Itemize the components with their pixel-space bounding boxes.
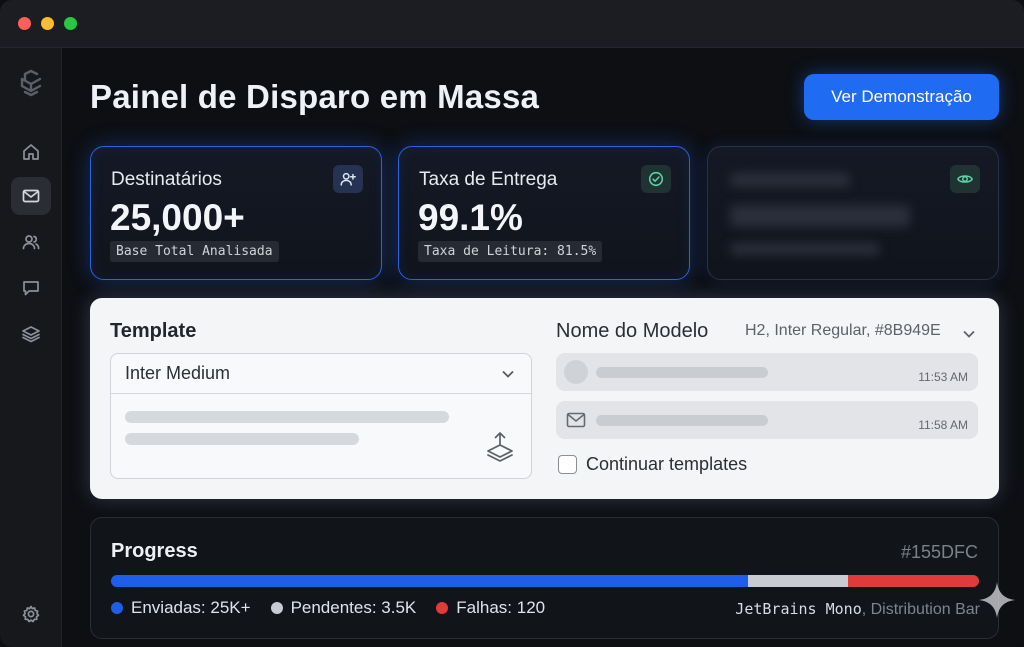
- font-name: JetBrains Mono: [735, 600, 862, 618]
- legend-dot: [270, 602, 283, 614]
- sparkle-icon: [977, 580, 1017, 620]
- sidebar-item-settings[interactable]: [11, 595, 51, 633]
- font-note-text: , Distribution Bar: [861, 601, 980, 618]
- placeholder-line: [125, 411, 449, 423]
- stat-subtext: Taxa de Leitura: 81.5%: [418, 241, 603, 262]
- legend-label: Falhas: 120: [456, 598, 546, 617]
- stat-value: 25,000+: [110, 197, 245, 238]
- upload-layers-icon[interactable]: [485, 430, 515, 464]
- chevron-down-icon[interactable]: [962, 326, 976, 338]
- model-name-label: Nome do Modelo: [556, 320, 709, 342]
- placeholder-line: [596, 415, 768, 426]
- sidebar-item-mail[interactable]: [11, 177, 51, 215]
- legend-dot: [436, 602, 449, 614]
- progress-legend: Enviadas: 25K+ Pendentes: 3.5K Falhas: 120: [111, 598, 565, 618]
- blurred-placeholder: [730, 173, 850, 187]
- template-title: Template: [110, 320, 197, 342]
- message-preview[interactable]: 11:53 AM: [556, 353, 978, 391]
- template-editor[interactable]: Inter Medium: [110, 353, 532, 479]
- mail-icon: [22, 189, 40, 203]
- distribution-bar: [111, 575, 979, 587]
- stat-label: Destinatários: [111, 169, 222, 190]
- legend-label: Pendentes: 3.5K: [290, 598, 417, 617]
- progress-segment: [748, 575, 848, 587]
- checkbox-label: Continuar templates: [586, 454, 748, 474]
- progress-segment: [847, 575, 979, 587]
- check-circle-icon: [641, 165, 671, 193]
- blurred-placeholder: [730, 205, 910, 227]
- minimize-window-button[interactable]: [41, 17, 54, 30]
- layers-icon: [22, 326, 40, 343]
- legend-item: Enviadas: 25K+: [111, 598, 251, 618]
- message-preview[interactable]: 11:58 AM: [556, 401, 978, 439]
- stat-value: 99.1%: [418, 197, 523, 238]
- demo-button[interactable]: Ver Demonstração: [804, 74, 999, 120]
- chevron-down-icon: [502, 370, 514, 378]
- sidebar-item-users[interactable]: [11, 223, 51, 261]
- continue-templates-option[interactable]: Continuar templates: [558, 454, 747, 475]
- message-time: 11:58 AM: [918, 418, 968, 432]
- template-select[interactable]: Inter Medium: [111, 354, 531, 394]
- color-hex-label: #155DFC: [900, 542, 978, 562]
- progress-segment: [111, 575, 749, 587]
- stat-card-recipients: Destinatários 25,000+ Base Total Analisa…: [90, 146, 382, 280]
- sidebar-item-home[interactable]: [11, 133, 51, 171]
- sidebar: [0, 48, 62, 647]
- page-title: Painel de Disparo em Massa: [90, 78, 540, 115]
- user-add-icon: [333, 165, 363, 193]
- users-icon: [22, 235, 40, 250]
- message-time: 11:53 AM: [918, 370, 968, 384]
- main-content: Painel de Disparo em Massa Ver Demonstra…: [62, 48, 1024, 647]
- stat-subtext: Base Total Analisada: [110, 241, 279, 262]
- legend-label: Enviadas: 25K+: [131, 598, 251, 617]
- app-logo-icon: [11, 64, 51, 102]
- stat-label: Taxa de Entrega: [419, 169, 558, 190]
- chat-icon: [23, 281, 39, 296]
- blurred-placeholder: [730, 243, 880, 255]
- close-window-button[interactable]: [18, 17, 31, 30]
- template-panel: Template Inter Medium Nome do Modelo H2,…: [90, 298, 999, 499]
- placeholder-line: [596, 367, 768, 378]
- template-select-value: Inter Medium: [125, 363, 231, 383]
- legend-item: Falhas: 120: [436, 598, 545, 618]
- avatar: [564, 360, 588, 384]
- sidebar-item-chat[interactable]: [11, 269, 51, 307]
- home-icon: [23, 144, 39, 160]
- settings-icon: [22, 605, 40, 623]
- stat-card-delivery-rate: Taxa de Entrega 99.1% Taxa de Leitura: 8…: [398, 146, 690, 280]
- legend-item: Pendentes: 3.5K: [270, 598, 417, 618]
- title-bar: [0, 0, 1024, 48]
- maximize-window-button[interactable]: [64, 17, 77, 30]
- app-window: Painel de Disparo em Massa Ver Demonstra…: [0, 0, 1024, 647]
- progress-panel: Progress #155DFC Enviadas: 25K+ Pendentes…: [90, 517, 999, 639]
- font-note: JetBrains Mono, Distribution Bar: [735, 600, 980, 619]
- stat-card-blurred: [707, 146, 999, 280]
- mail-icon: [566, 412, 586, 428]
- model-meta[interactable]: H2, Inter Regular, #8B949E: [745, 322, 941, 340]
- progress-title: Progress: [111, 540, 198, 562]
- legend-dot: [111, 602, 123, 614]
- continue-templates-checkbox[interactable]: [558, 455, 577, 474]
- placeholder-line: [125, 433, 359, 445]
- eye-icon[interactable]: [950, 165, 980, 193]
- sidebar-item-layers[interactable]: [11, 315, 51, 353]
